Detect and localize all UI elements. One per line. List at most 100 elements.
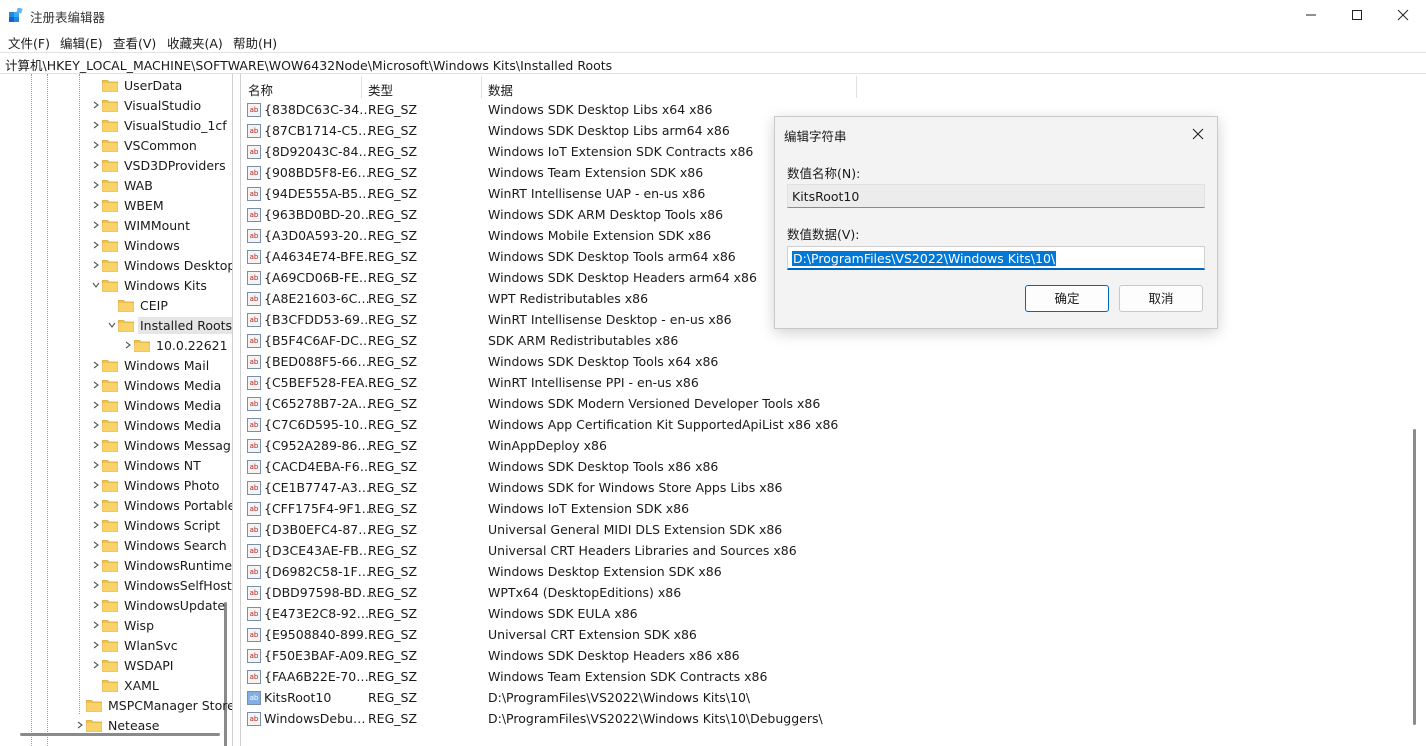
address-path[interactable]: 计算机\HKEY_LOCAL_MACHINE\SOFTWARE\WOW6432N… <box>5 55 612 74</box>
tree-item[interactable]: WlanSvc <box>90 635 180 655</box>
value-row[interactable]: ab {D6982C58-1F… REG_SZ Windows Desktop Ext… <box>241 562 1141 583</box>
tree-item[interactable]: MSPCManager Store <box>74 695 232 715</box>
value-row[interactable]: ab {F50E3BAF-A09… REG_SZ Windows SDK Deskto… <box>241 646 1141 667</box>
tree-item[interactable]: VSD3DProviders <box>90 155 228 175</box>
menu-view[interactable]: 查看(V) <box>113 33 156 52</box>
cancel-button[interactable]: 取消 <box>1119 285 1203 312</box>
close-button[interactable] <box>1380 0 1426 30</box>
chevron-right-icon[interactable] <box>90 135 102 155</box>
tree-item[interactable]: Netease <box>74 715 162 735</box>
value-data-text[interactable]: D:\ProgramFiles\VS2022\Windows Kits\10\ <box>792 251 1057 266</box>
chevron-right-icon[interactable] <box>90 255 102 275</box>
value-data-input[interactable]: D:\ProgramFiles\VS2022\Windows Kits\10\ <box>787 246 1205 270</box>
chevron-right-icon[interactable] <box>90 95 102 115</box>
tree-item[interactable]: CEIP <box>106 295 170 315</box>
chevron-right-icon[interactable] <box>90 635 102 655</box>
tree-item[interactable]: Windows NT <box>90 455 203 475</box>
menu-edit[interactable]: 编辑(E) <box>60 33 103 52</box>
tree-item[interactable]: VisualStudio_1cf <box>90 115 229 135</box>
tree-item[interactable]: Windows Mail <box>90 355 211 375</box>
column-divider[interactable] <box>361 76 362 98</box>
chevron-right-icon[interactable] <box>122 335 134 355</box>
chevron-right-icon[interactable] <box>90 195 102 215</box>
maximize-button[interactable] <box>1334 0 1380 30</box>
tree-item[interactable]: Windows Media <box>90 375 223 395</box>
value-row[interactable]: ab {E9508840-899… REG_SZ Universal CRT Exte… <box>241 625 1141 646</box>
chevron-down-icon[interactable] <box>106 315 118 335</box>
chevron-right-icon[interactable] <box>90 435 102 455</box>
tree-item[interactable]: WSDAPI <box>90 655 175 675</box>
tree-item[interactable]: WAB <box>90 175 155 195</box>
tree-item[interactable]: 10.0.22621 <box>122 335 230 355</box>
chevron-down-icon[interactable] <box>90 275 102 295</box>
tree-item[interactable]: Wisp <box>90 615 156 635</box>
chevron-right-icon[interactable] <box>90 555 102 575</box>
tree-item[interactable]: Windows Script <box>90 515 222 535</box>
chevron-right-icon[interactable] <box>90 495 102 515</box>
chevron-right-icon[interactable] <box>90 175 102 195</box>
tree-item[interactable]: Installed Roots <box>106 315 232 335</box>
tree-scrollbar-thumb[interactable] <box>224 602 227 746</box>
value-row[interactable]: ab {DBD97598-BD… REG_SZ WPTx64 (DesktopEdit… <box>241 583 1141 604</box>
value-row[interactable]: ab {CFF175F4-9F1… REG_SZ Windows IoT Extens… <box>241 499 1141 520</box>
value-row[interactable]: ab {D3CE43AE-FB… REG_SZ Universal CRT Heade… <box>241 541 1141 562</box>
value-row[interactable]: ab {C7C6D595-10… REG_SZ Windows App Certifi… <box>241 415 1141 436</box>
tree-item[interactable]: WindowsSelfHost <box>90 575 232 595</box>
value-row[interactable]: ab {CACD4EBA-F6… REG_SZ Windows SDK Desktop… <box>241 457 1141 478</box>
value-row[interactable]: ab {C952A289-86… REG_SZ WinAppDeploy x86 <box>241 436 1141 457</box>
list-scrollbar-thumb[interactable] <box>1413 429 1416 725</box>
value-row[interactable]: ab WindowsDebu… REG_SZ D:\ProgramFiles\VS20… <box>241 709 1141 730</box>
chevron-right-icon[interactable] <box>90 515 102 535</box>
chevron-right-icon[interactable] <box>90 615 102 635</box>
chevron-right-icon[interactable] <box>90 355 102 375</box>
chevron-right-icon[interactable] <box>90 115 102 135</box>
tree-item[interactable]: VSCommon <box>90 135 199 155</box>
value-row[interactable]: ab {D3B0EFC4-87… REG_SZ Universal General M… <box>241 520 1141 541</box>
dialog-close-button[interactable] <box>1187 123 1209 145</box>
menu-file[interactable]: 文件(F) <box>8 33 50 52</box>
tree-item[interactable]: WBEM <box>90 195 166 215</box>
chevron-right-icon[interactable] <box>90 575 102 595</box>
tree-item[interactable]: Windows Media <box>90 395 223 415</box>
tree-item[interactable]: Windows Photo <box>90 475 221 495</box>
chevron-right-icon[interactable] <box>90 395 102 415</box>
tree-item[interactable]: Windows Desktop <box>90 255 232 275</box>
tree-item[interactable]: WindowsUpdate <box>90 595 227 615</box>
chevron-right-icon[interactable] <box>74 715 86 735</box>
tree-item[interactable]: XAML <box>90 675 161 695</box>
tree-item[interactable]: Windows Messaging <box>90 435 232 455</box>
column-header-name[interactable]: 名称 <box>248 80 273 102</box>
minimize-button[interactable] <box>1288 0 1334 30</box>
column-divider[interactable] <box>856 76 857 98</box>
column-header-data[interactable]: 数据 <box>488 80 513 102</box>
address-bar[interactable]: 计算机\HKEY_LOCAL_MACHINE\SOFTWARE\WOW6432N… <box>0 52 1426 74</box>
tree-item[interactable]: Windows Search <box>90 535 229 555</box>
value-row[interactable]: ab {C5BEF528-FEA… REG_SZ WinRT Intellisense… <box>241 373 1141 394</box>
chevron-right-icon[interactable] <box>90 375 102 395</box>
value-row[interactable]: ab {CE1B7747-A3… REG_SZ Windows SDK for Win… <box>241 478 1141 499</box>
column-divider[interactable] <box>481 76 482 98</box>
menu-favorites[interactable]: 收藏夹(A) <box>167 33 223 52</box>
value-row[interactable]: ab {B5F4C6AF-DC… REG_SZ SDK ARM Redistribut… <box>241 331 1141 352</box>
menu-help[interactable]: 帮助(H) <box>233 33 277 52</box>
chevron-right-icon[interactable] <box>90 415 102 435</box>
tree-item[interactable]: WindowsRuntime <box>90 555 232 575</box>
value-row[interactable]: ab {BED088F5-66… REG_SZ Windows SDK Desktop… <box>241 352 1141 373</box>
chevron-right-icon[interactable] <box>90 535 102 555</box>
chevron-right-icon[interactable] <box>90 455 102 475</box>
ok-button[interactable]: 确定 <box>1025 285 1109 312</box>
chevron-right-icon[interactable] <box>90 475 102 495</box>
value-row[interactable]: ab KitsRoot10 REG_SZ D:\ProgramFiles\VS2022… <box>241 688 1141 709</box>
chevron-right-icon[interactable] <box>90 215 102 235</box>
tree-item[interactable]: UserData <box>90 75 184 95</box>
value-row[interactable]: ab {FAA6B22E-70… REG_SZ Windows Team Extens… <box>241 667 1141 688</box>
tree-item[interactable]: WIMMount <box>90 215 192 235</box>
value-row[interactable]: ab {E473E2C8-92… REG_SZ Windows SDK EULA x8… <box>241 604 1141 625</box>
chevron-right-icon[interactable] <box>90 655 102 675</box>
tree-item[interactable]: VisualStudio <box>90 95 203 115</box>
value-row[interactable]: ab {C65278B7-2A… REG_SZ Windows SDK Modern … <box>241 394 1141 415</box>
tree-item[interactable]: Windows Kits <box>90 275 209 295</box>
tree-item[interactable]: Windows Media <box>90 415 223 435</box>
tree-item[interactable]: Windows <box>90 235 182 255</box>
chevron-right-icon[interactable] <box>90 155 102 175</box>
